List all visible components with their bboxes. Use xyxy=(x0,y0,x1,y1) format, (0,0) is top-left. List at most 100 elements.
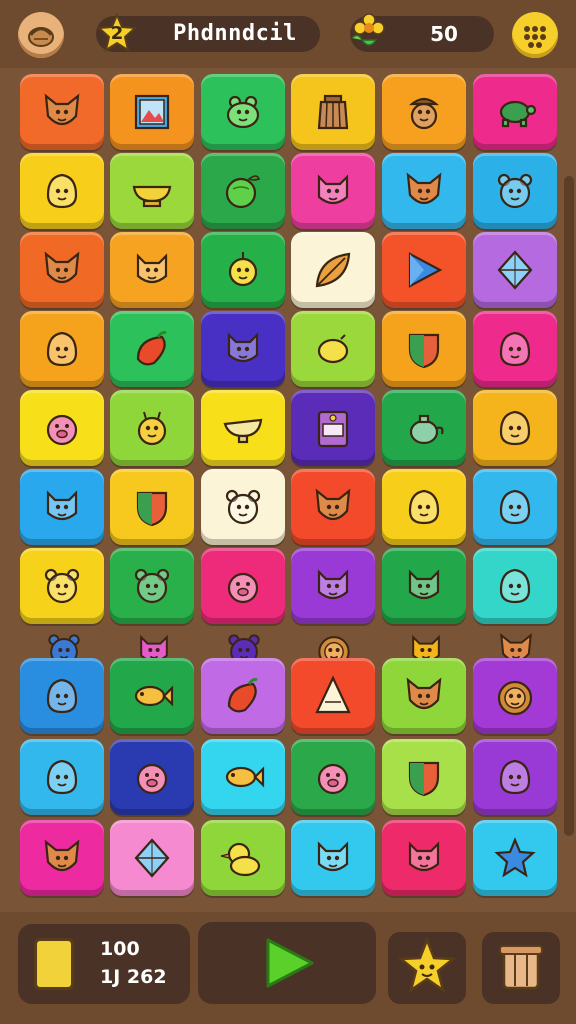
board-tile[interactable] xyxy=(110,311,194,387)
incoming-tile xyxy=(132,628,176,658)
board-tile[interactable] xyxy=(382,153,466,229)
board-tile[interactable] xyxy=(382,311,466,387)
teapot-icon xyxy=(409,414,444,445)
triangle-gem-icon xyxy=(408,252,443,288)
pig-face-icon xyxy=(227,572,259,604)
board-tile[interactable] xyxy=(382,469,466,545)
board-tile[interactable] xyxy=(473,548,557,624)
board-tile[interactable] xyxy=(201,739,285,815)
board-tile[interactable] xyxy=(473,739,557,815)
board-tile[interactable] xyxy=(382,390,466,466)
board-tile[interactable] xyxy=(382,232,466,308)
board-tile[interactable] xyxy=(201,232,285,308)
fox-face-icon xyxy=(44,839,80,872)
menu-dots-icon xyxy=(540,34,546,40)
board-tile[interactable] xyxy=(110,820,194,896)
board-tile[interactable] xyxy=(382,820,466,896)
cat-face-icon xyxy=(408,841,440,872)
board-tile[interactable] xyxy=(110,232,194,308)
board-tile[interactable] xyxy=(110,739,194,815)
basket-icon xyxy=(317,94,349,130)
board-tile[interactable] xyxy=(291,548,375,624)
back-button[interactable] xyxy=(18,12,64,58)
fish-icon xyxy=(225,766,265,788)
board-tile[interactable] xyxy=(110,658,194,734)
stat-bottom-value: 1J 262 xyxy=(100,966,167,988)
board-tile[interactable] xyxy=(20,311,104,387)
menu-dots-icon xyxy=(536,42,542,48)
board-tile[interactable] xyxy=(20,658,104,734)
board-tile[interactable] xyxy=(20,390,104,466)
blob-face-icon xyxy=(46,331,78,367)
menu-dots-icon xyxy=(524,34,530,40)
board-tile[interactable] xyxy=(473,390,557,466)
menu-dots-icon xyxy=(528,42,534,48)
board-tile[interactable] xyxy=(473,74,557,150)
board-tile[interactable] xyxy=(473,232,557,308)
basket-icon xyxy=(28,27,54,47)
board-tile[interactable] xyxy=(201,153,285,229)
board-tile[interactable] xyxy=(382,658,466,734)
blob-face-icon xyxy=(499,489,531,525)
board-tile[interactable] xyxy=(201,548,285,624)
board-tile[interactable] xyxy=(110,548,194,624)
board-tile[interactable] xyxy=(201,311,285,387)
board-tile[interactable] xyxy=(291,739,375,815)
board-tile[interactable] xyxy=(20,548,104,624)
board-tile[interactable] xyxy=(20,739,104,815)
blob-face-icon xyxy=(499,759,531,795)
crate-icon xyxy=(499,945,543,990)
game-title: Phdnndcil xyxy=(173,21,297,46)
blob-face-icon xyxy=(46,173,78,209)
board-tile[interactable] xyxy=(473,153,557,229)
board-tile[interactable] xyxy=(20,74,104,150)
bowl-icon xyxy=(132,185,172,208)
board-tile[interactable] xyxy=(110,74,194,150)
bear-face-icon xyxy=(48,634,80,658)
board-tile[interactable] xyxy=(473,469,557,545)
board-tile[interactable] xyxy=(201,74,285,150)
board-tile[interactable] xyxy=(291,469,375,545)
board-tile[interactable] xyxy=(20,469,104,545)
board-tile[interactable] xyxy=(291,74,375,150)
incoming-tile xyxy=(404,628,448,658)
stat-top-value: 100 xyxy=(100,938,140,960)
board-scrollbar[interactable] xyxy=(564,176,574,836)
board-tile[interactable] xyxy=(382,74,466,150)
diamond-gem-icon xyxy=(134,838,170,878)
picture-frame-icon xyxy=(134,94,170,130)
bear-face-icon xyxy=(134,568,170,604)
board-tile[interactable] xyxy=(382,739,466,815)
board-tile[interactable] xyxy=(473,311,557,387)
gravy-boat-icon xyxy=(223,418,263,444)
board-tile[interactable] xyxy=(382,548,466,624)
board-tile[interactable] xyxy=(291,820,375,896)
pig-face-icon xyxy=(317,763,349,795)
lion-icon xyxy=(497,680,533,716)
menu-dots-icon xyxy=(532,26,538,32)
board-tile[interactable] xyxy=(20,232,104,308)
board-tile[interactable] xyxy=(110,390,194,466)
menu-button[interactable] xyxy=(512,12,558,58)
board-tile[interactable] xyxy=(291,311,375,387)
board-tile[interactable] xyxy=(291,232,375,308)
star-booster-button[interactable] xyxy=(388,932,466,1004)
board-tile[interactable] xyxy=(201,658,285,734)
incoming-tile xyxy=(222,628,266,658)
board-tile[interactable] xyxy=(473,658,557,734)
board-tile[interactable] xyxy=(473,820,557,896)
board-tile[interactable] xyxy=(291,658,375,734)
board-tile[interactable] xyxy=(291,390,375,466)
board-tile[interactable] xyxy=(201,820,285,896)
crate-button[interactable] xyxy=(482,932,560,1004)
shield-icon xyxy=(408,333,440,369)
board-tile[interactable] xyxy=(110,153,194,229)
board-tile[interactable] xyxy=(291,153,375,229)
fox-face-icon xyxy=(44,251,80,284)
board-tile[interactable] xyxy=(20,153,104,229)
board-tile[interactable] xyxy=(201,469,285,545)
board-tile[interactable] xyxy=(201,390,285,466)
card-icon xyxy=(34,938,74,990)
board-tile[interactable] xyxy=(20,820,104,896)
board-tile[interactable] xyxy=(110,469,194,545)
